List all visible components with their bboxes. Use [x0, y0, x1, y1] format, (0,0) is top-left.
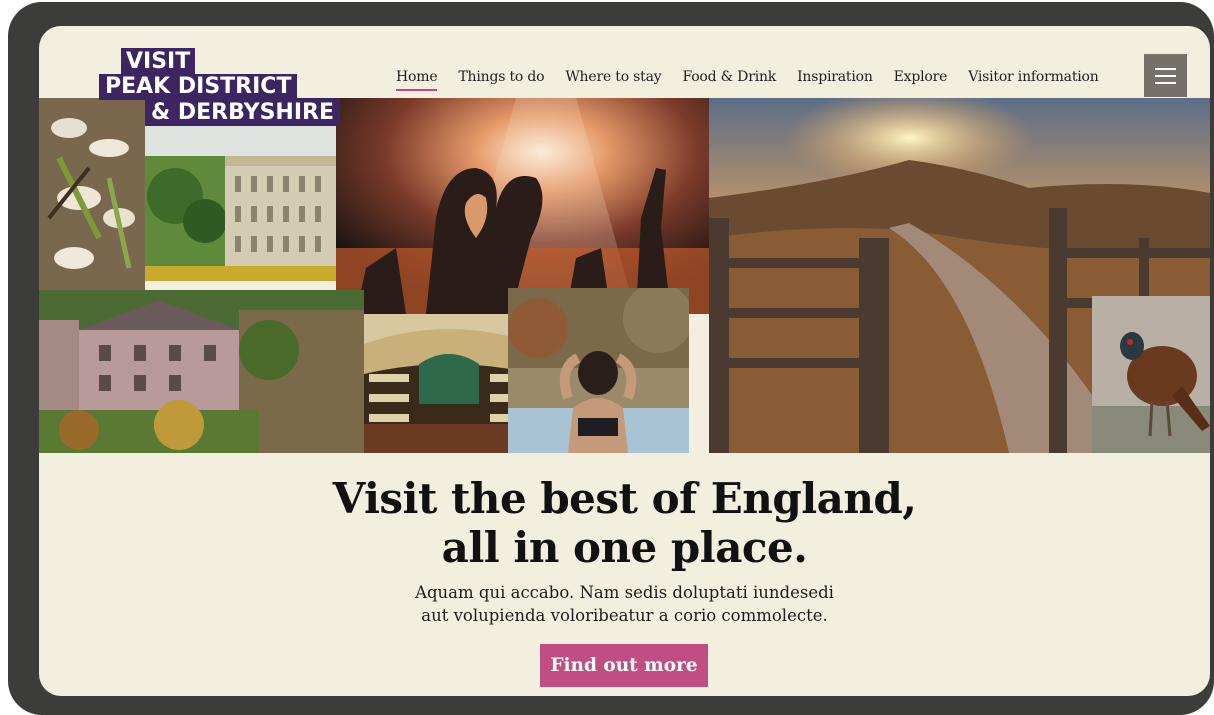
logo-line-derbyshire: & DERBYSHIRE: [145, 98, 340, 126]
screen: VISIT PEAK DISTRICT & DERBYSHIRE Home Th…: [39, 26, 1210, 696]
nav-item-where-to-stay[interactable]: Where to stay: [565, 69, 661, 85]
menu-bar: [1155, 68, 1176, 70]
menu-bar: [1155, 82, 1176, 84]
stone-cottages-photo: [39, 290, 364, 453]
headline-line-1: Visit the best of England,: [332, 474, 917, 523]
stately-home-photo: [145, 126, 336, 281]
body-line-1: Aquam qui accabo. Nam sedis doluptati iu…: [415, 583, 834, 602]
logo-line-peak-district: PEAK DISTRICT: [99, 74, 298, 100]
hot-spring-photo: [508, 288, 689, 453]
main-nav: Home Things to do Where to stay Food & D…: [396, 69, 1099, 91]
nav-item-explore[interactable]: Explore: [894, 69, 948, 85]
menu-bar: [1155, 75, 1176, 77]
nav-item-food-drink[interactable]: Food & Drink: [682, 69, 776, 85]
logo-line-visit: VISIT: [121, 48, 196, 74]
hamburger-menu-icon[interactable]: [1144, 54, 1187, 97]
headline-line-2: all in one place.: [441, 523, 808, 572]
hero-headline: Visit the best of England, all in one pl…: [39, 474, 1210, 572]
nav-item-home[interactable]: Home: [396, 69, 438, 91]
nav-item-things-to-do[interactable]: Things to do: [458, 69, 544, 85]
concert-photo: [336, 98, 709, 314]
pheasant-photo: [1092, 296, 1210, 453]
nav-item-visitor-information[interactable]: Visitor information: [968, 69, 1099, 85]
find-out-more-button[interactable]: Find out more: [540, 644, 708, 687]
body-line-2: aut volupienda voloribeatur a corio comm…: [421, 606, 828, 625]
tablet-frame: VISIT PEAK DISTRICT & DERBYSHIRE Home Th…: [8, 2, 1214, 715]
hero-body: Aquam qui accabo. Nam sedis doluptati iu…: [39, 581, 1210, 627]
site-logo[interactable]: VISIT PEAK DISTRICT & DERBYSHIRE: [99, 48, 340, 130]
nav-item-inspiration[interactable]: Inspiration: [797, 69, 873, 85]
